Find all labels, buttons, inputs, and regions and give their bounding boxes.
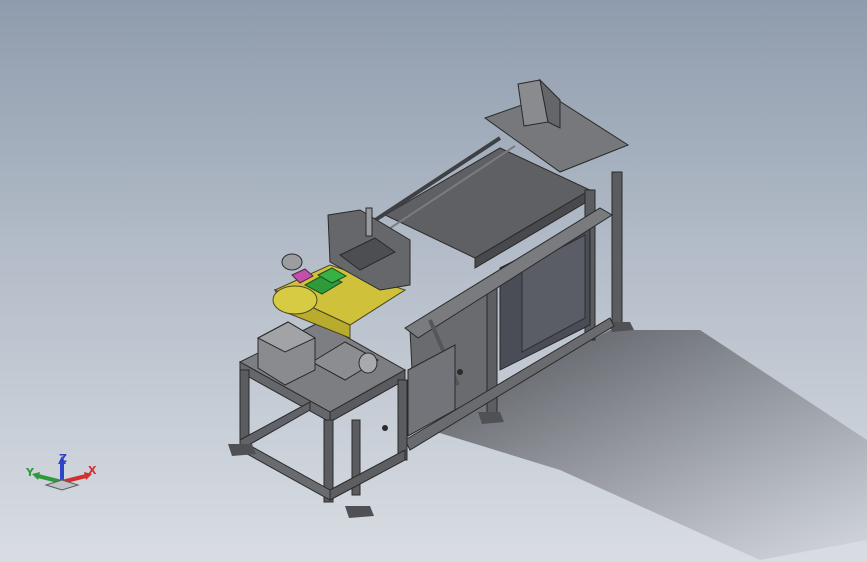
bending-head-round <box>272 285 318 315</box>
y-axis-label: Y <box>25 466 35 479</box>
panel-hole-2 <box>457 369 463 375</box>
rear-leg-right <box>611 171 623 328</box>
foot-front-mid <box>345 506 374 518</box>
foot-middle <box>478 412 504 424</box>
triad-origin-icon <box>44 479 80 491</box>
x-axis-label: X <box>88 464 97 477</box>
upper-post <box>365 207 373 237</box>
lower-left-rail <box>239 401 311 451</box>
lower-side-rail <box>329 449 406 501</box>
front-leg-right <box>397 379 408 461</box>
foot-front-left <box>228 444 256 456</box>
die-roller[interactable] <box>281 253 303 271</box>
z-axis-label: Z <box>59 452 67 465</box>
graphics-viewport[interactable]: Z X Y <box>0 0 867 562</box>
panel-hole <box>382 425 388 431</box>
view-orientation-triad[interactable]: Z X Y <box>22 452 102 507</box>
cad-model-view[interactable] <box>0 0 867 562</box>
motor-end[interactable] <box>358 352 378 374</box>
